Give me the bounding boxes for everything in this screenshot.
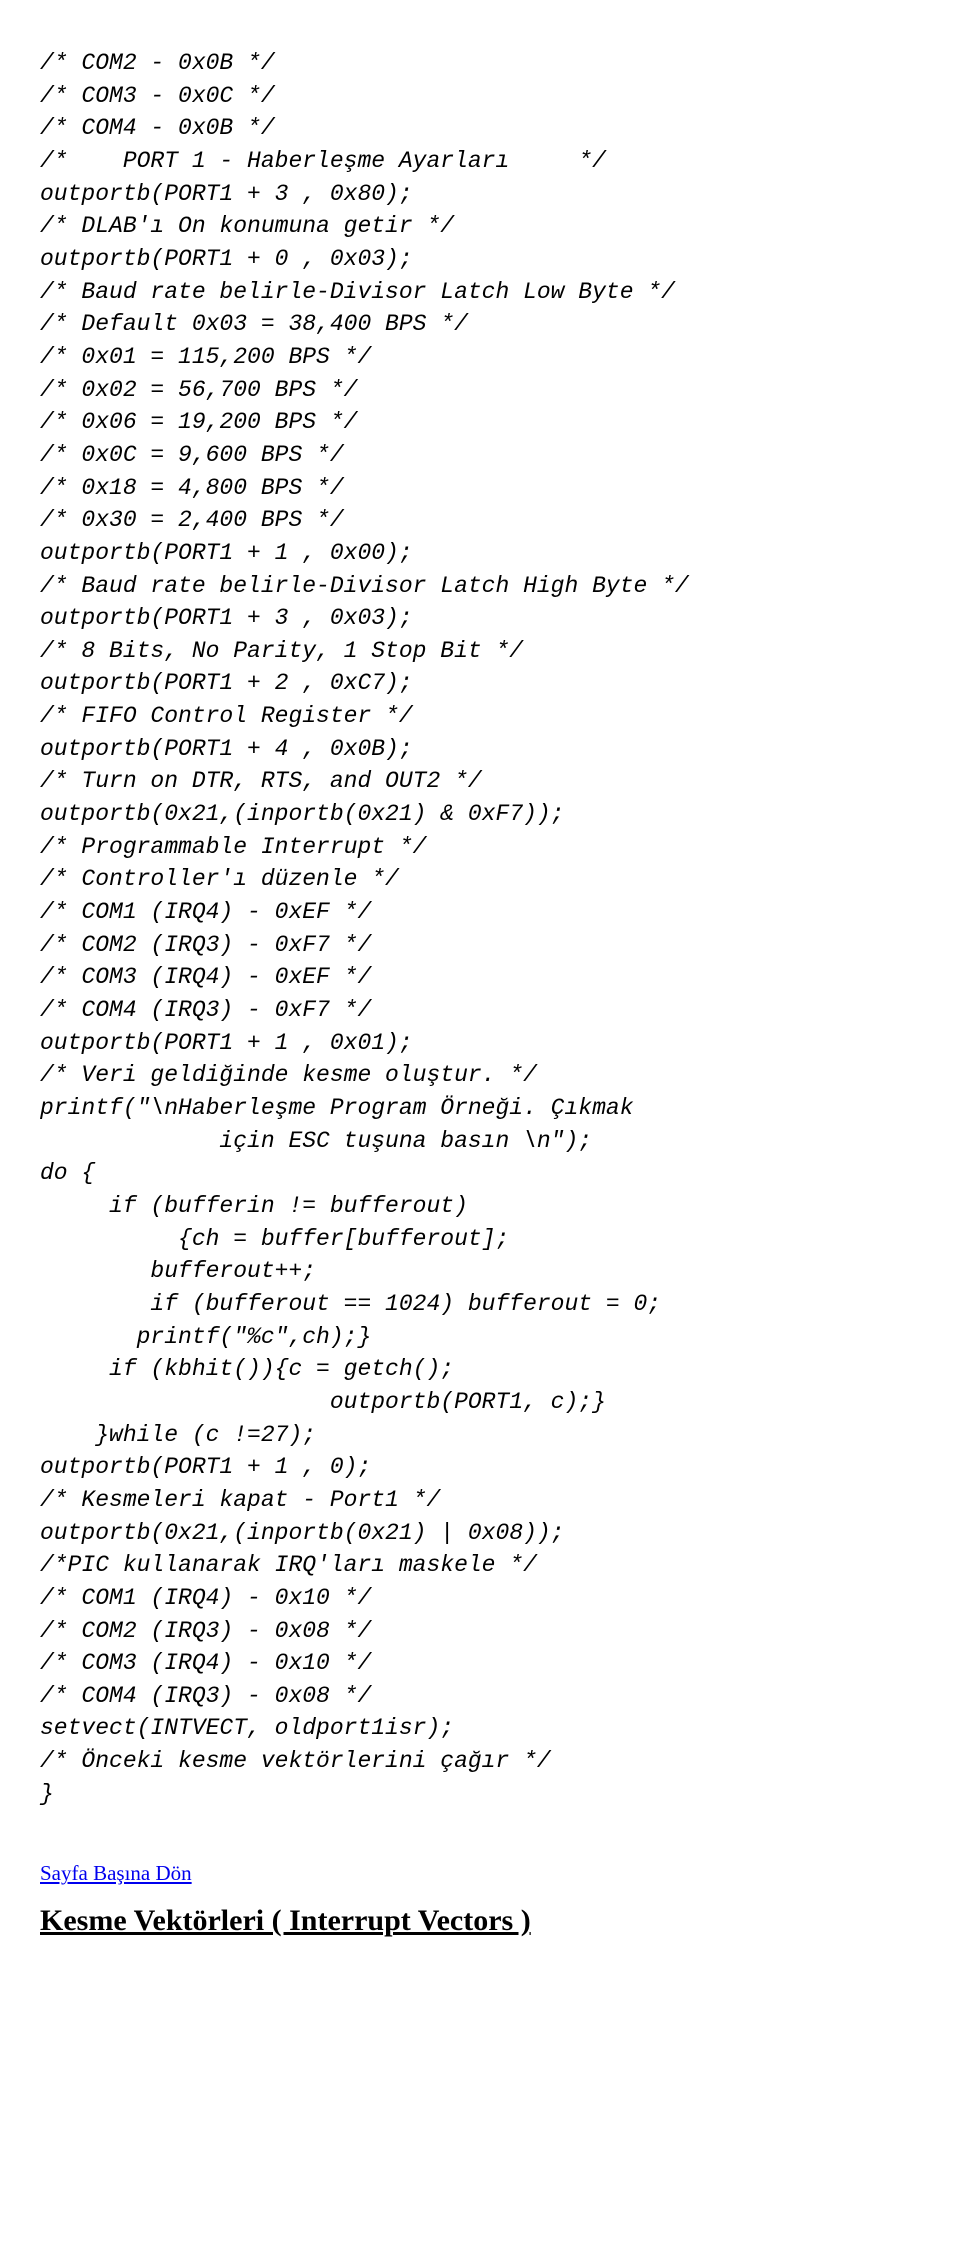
source-code-block: /* COM2 - 0x0B */ /* COM3 - 0x0C */ /* C…	[40, 47, 920, 1810]
section-heading: Kesme Vektörleri ( Interrupt Vectors )	[40, 1904, 920, 1938]
back-to-top-link[interactable]: Sayfa Başına Dön	[40, 1861, 192, 1885]
